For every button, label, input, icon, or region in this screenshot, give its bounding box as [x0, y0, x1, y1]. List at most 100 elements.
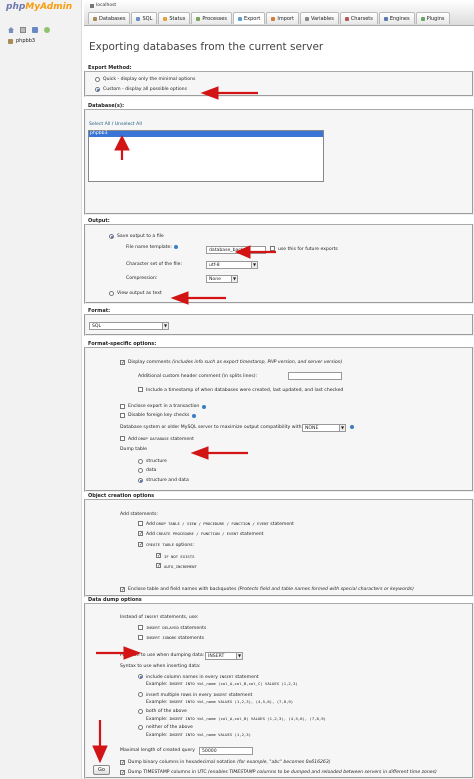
variables-icon: [304, 16, 309, 21]
backquotes-checkbox[interactable]: [120, 587, 125, 593]
structure-radio[interactable]: [138, 459, 143, 464]
section-legend: Object creation options: [88, 493, 155, 499]
display-comments-label[interactable]: Display comments (includes info such as …: [128, 360, 342, 365]
structure-label[interactable]: structure: [146, 459, 167, 464]
breadcrumb: localhost: [90, 3, 116, 8]
help-icon[interactable]: [192, 414, 196, 418]
top-bar: localhost Databases SQL Status Processes…: [84, 0, 474, 26]
filename-input[interactable]: database_backup: [206, 246, 266, 254]
syntax-complete-label[interactable]: include column names in every INSERT sta…: [146, 674, 259, 680]
foreign-keys-label[interactable]: Disable foreign key checks: [128, 413, 189, 418]
syntax-extended-radio[interactable]: [138, 692, 143, 697]
binary-hex-label[interactable]: Dump binary columns in hexadecimal notat…: [128, 760, 331, 765]
syntax-both-label[interactable]: both of the above: [146, 709, 187, 714]
query-window-icon[interactable]: [20, 27, 26, 33]
quick-radio[interactable]: [95, 77, 100, 82]
format-select[interactable]: SQL ▼: [89, 322, 169, 330]
timestamp-utc-label[interactable]: Dump TIMESTAMP columns in UTC (enables T…: [128, 770, 437, 775]
display-comments-checkbox[interactable]: [120, 360, 125, 366]
header-comment-input[interactable]: [288, 372, 342, 380]
structure-and-data-radio[interactable]: [138, 478, 143, 483]
create-table-checkbox[interactable]: [138, 542, 143, 548]
max-query-input[interactable]: 50000: [199, 747, 253, 755]
insert-delayed-checkbox[interactable]: [138, 625, 143, 630]
timestamp-utc-checkbox[interactable]: [120, 770, 125, 776]
custom-label[interactable]: Custom - display all possible options: [103, 87, 187, 92]
timestamp-checkbox[interactable]: [138, 387, 143, 392]
add-create-checkbox[interactable]: [138, 531, 143, 537]
backquotes-label[interactable]: Enclose table and field names with backq…: [128, 587, 414, 592]
insert-ignore-label[interactable]: INSERT IGNORE statements: [146, 635, 204, 641]
tab-sql[interactable]: SQL: [131, 12, 158, 24]
phpmyadmin-logo[interactable]: phpMyAdmin: [6, 2, 72, 12]
binary-hex-checkbox[interactable]: [120, 760, 125, 766]
reload-icon[interactable]: [44, 27, 50, 33]
sql-icon: [136, 16, 141, 21]
add-drop-label[interactable]: Add DROP TABLE / VIEW / PROCEDURE / FUNC…: [146, 521, 294, 527]
quick-label[interactable]: Quick - display only the minimal options: [103, 77, 195, 82]
compat-select[interactable]: NONE ▼: [302, 424, 346, 432]
save-file-radio[interactable]: [109, 234, 114, 239]
tab-engines[interactable]: Engines: [378, 12, 415, 24]
database-listbox[interactable]: phpbb3: [88, 130, 324, 182]
syntax-none-label[interactable]: neither of the above: [146, 725, 193, 730]
view-text-radio[interactable]: [109, 291, 114, 296]
sidebar-item-phpbb3[interactable]: phpbb3: [8, 38, 35, 44]
section-legend: Output:: [88, 218, 110, 224]
help-icon[interactable]: [202, 405, 206, 409]
syntax-none-radio[interactable]: [138, 725, 143, 730]
create-table-label[interactable]: CREATE TABLE options:: [146, 542, 194, 548]
transaction-label[interactable]: Enclose export in a transaction: [128, 404, 199, 409]
future-exports-checkbox[interactable]: [270, 246, 275, 251]
tab-plugins[interactable]: Plugins: [415, 12, 450, 24]
select-all-link[interactable]: Select All / Unselect All: [89, 122, 142, 127]
help-icon[interactable]: [174, 245, 178, 249]
tab-variables[interactable]: Variables: [299, 12, 339, 24]
future-exports-label[interactable]: use this for future exports: [278, 247, 338, 252]
data-label[interactable]: data: [146, 468, 156, 473]
go-button[interactable]: Go: [93, 765, 110, 775]
insert-ignore-checkbox[interactable]: [138, 635, 143, 640]
view-text-label[interactable]: View output as text: [117, 291, 162, 296]
syntax-extended-label[interactable]: insert multiple rows in every INSERT sta…: [146, 692, 252, 698]
tab-processes[interactable]: Processes: [191, 12, 232, 24]
add-statements-label: Add statements:: [120, 512, 158, 517]
data-radio[interactable]: [138, 468, 143, 473]
if-not-exists-checkbox[interactable]: [156, 553, 161, 559]
chevron-down-icon: ▼: [236, 653, 242, 660]
tab-charsets[interactable]: Charsets: [339, 12, 378, 24]
drop-database-label[interactable]: Add DROP DATABASE statement: [128, 436, 194, 442]
tab-status[interactable]: Status: [158, 12, 191, 24]
add-drop-checkbox[interactable]: [138, 521, 143, 526]
syntax-both-radio[interactable]: [138, 709, 143, 714]
tab-databases[interactable]: Databases: [88, 12, 131, 24]
custom-radio[interactable]: [95, 87, 100, 92]
auto-increment-label[interactable]: AUTO_INCREMENT: [164, 564, 197, 569]
save-file-label[interactable]: Save output to a file: [117, 234, 164, 239]
status-icon: [163, 16, 168, 21]
transaction-checkbox[interactable]: [120, 404, 125, 409]
syntax-label: Syntax to use when inserting data:: [120, 664, 201, 669]
output-section: Output: Save output to a file File name …: [84, 218, 474, 304]
structure-and-data-label[interactable]: structure and data: [146, 478, 189, 483]
home-icon[interactable]: [8, 27, 14, 33]
function-select[interactable]: INSERT ▼: [205, 652, 243, 660]
if-not-exists-label[interactable]: IF NOT EXISTS: [164, 554, 194, 559]
add-create-label[interactable]: Add CREATE PROCEDURE / FUNCTION / EVENT …: [146, 531, 263, 537]
tab-export[interactable]: Export: [232, 12, 266, 24]
timestamp-label[interactable]: Include a timestamp of when databases we…: [146, 388, 343, 393]
format-section: Format: SQL ▼: [84, 308, 474, 336]
charset-select[interactable]: utf-8 ▼: [206, 261, 258, 269]
foreign-keys-checkbox[interactable]: [120, 413, 125, 418]
docs-icon[interactable]: [32, 27, 38, 33]
server-label[interactable]: localhost: [96, 3, 116, 8]
auto-increment-checkbox[interactable]: [156, 563, 161, 569]
insert-delayed-label[interactable]: INSERT DELAYED statements: [146, 625, 206, 631]
drop-database-checkbox[interactable]: [120, 436, 125, 441]
compression-select[interactable]: None ▼: [206, 275, 238, 283]
tab-import[interactable]: Import: [266, 12, 299, 24]
filename-label: File name template:: [126, 245, 172, 250]
help-icon[interactable]: [350, 425, 354, 429]
list-item[interactable]: phpbb3: [89, 131, 323, 137]
syntax-complete-radio[interactable]: [138, 674, 143, 679]
